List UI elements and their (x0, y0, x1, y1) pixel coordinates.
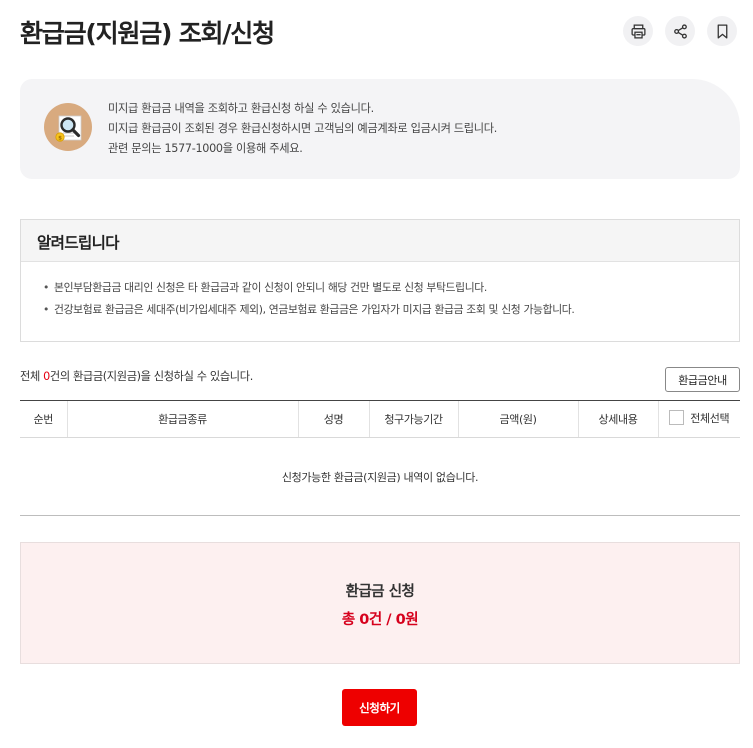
apply-total: 총 0건 / 0원 (341, 612, 419, 628)
empty-message: 신청가능한 환급금(지원금) 내역이 없습니다. (20, 437, 740, 516)
share-icon (673, 23, 687, 39)
notice-title: 알려드립니다 (21, 220, 739, 262)
col-header-amount: 금액(원) (457, 400, 578, 438)
select-all-checkbox[interactable] (669, 410, 685, 426)
page-toolbar (623, 16, 737, 46)
notice-item: 건강보험료 환급금은 세대주(비가입세대주 제외), 연금보험료 환급금은 가입… (43, 299, 739, 321)
result-count: 0 (43, 370, 50, 383)
submit-application-button[interactable]: 신청하기 (342, 689, 417, 726)
intro-line: 미지급 환급금 내역을 조회하고 환급신청 하실 수 있습니다. (108, 102, 374, 115)
intro-line: 관련 문의는 1577-1000을 이용해 주세요. (108, 142, 303, 155)
intro-line: 미지급 환급금이 조회된 경우 환급신청하시면 고객님의 예금계좌로 입금시켜 … (108, 122, 498, 135)
summary-suffix: 건의 환급금(지원금)을 신청하실 수 있습니다. (49, 370, 253, 383)
page-title: 환급금(지원금) 조회/신청 (20, 19, 275, 48)
bookmark-icon (717, 23, 727, 39)
magnifier-document-icon: $ (44, 103, 92, 151)
notice-item: 본인부담환급금 대리인 신청은 타 환급금과 같이 신청이 안되니 해당 건만 … (43, 277, 739, 299)
svg-text:$: $ (58, 135, 62, 141)
col-header-name: 성명 (297, 400, 369, 438)
intro-box: $ 미지급 환급금 내역을 조회하고 환급신청 하실 수 있습니다. 미지급 환… (20, 79, 740, 179)
col-header-select-all: 전체선택 (657, 400, 740, 438)
apply-title: 환급금 신청 (345, 584, 415, 600)
share-button[interactable] (665, 16, 695, 46)
select-all-control[interactable]: 전체선택 (669, 410, 730, 426)
notice-list: 본인부담환급금 대리인 신청은 타 환급금과 같이 신청이 안되니 해당 건만 … (21, 262, 739, 321)
notice-panel: 알려드립니다 본인부담환급금 대리인 신청은 타 환급금과 같이 신청이 안되니… (20, 219, 740, 342)
apply-summary-box: 환급금 신청 총 0건 / 0원 (20, 542, 740, 664)
col-header-refund-type: 환급금종류 (66, 400, 298, 438)
table-header-row: 순번 환급금종류 성명 청구가능기간 금액(원) 상세내용 전체선택 (20, 400, 740, 438)
col-header-claim-period: 청구가능기간 (368, 400, 458, 438)
col-header-number: 순번 (20, 400, 67, 438)
select-all-label: 전체선택 (690, 411, 730, 425)
printer-icon (630, 23, 646, 39)
summary-prefix: 전체 (20, 370, 44, 383)
print-button[interactable] (623, 16, 653, 46)
bookmark-button[interactable] (707, 16, 737, 46)
table-row: 신청가능한 환급금(지원금) 내역이 없습니다. (20, 437, 740, 516)
refund-table: 순번 환급금종류 성명 청구가능기간 금액(원) 상세내용 전체선택 신청가능한… (20, 400, 740, 516)
intro-text: 미지급 환급금 내역을 조회하고 환급신청 하실 수 있습니다. 미지급 환급금… (108, 99, 497, 159)
col-header-details: 상세내용 (577, 400, 658, 438)
refund-guide-button[interactable]: 환급금안내 (665, 367, 740, 392)
result-summary: 전체 0건의 환급금(지원금)을 신청하실 수 있습니다. (20, 368, 253, 384)
